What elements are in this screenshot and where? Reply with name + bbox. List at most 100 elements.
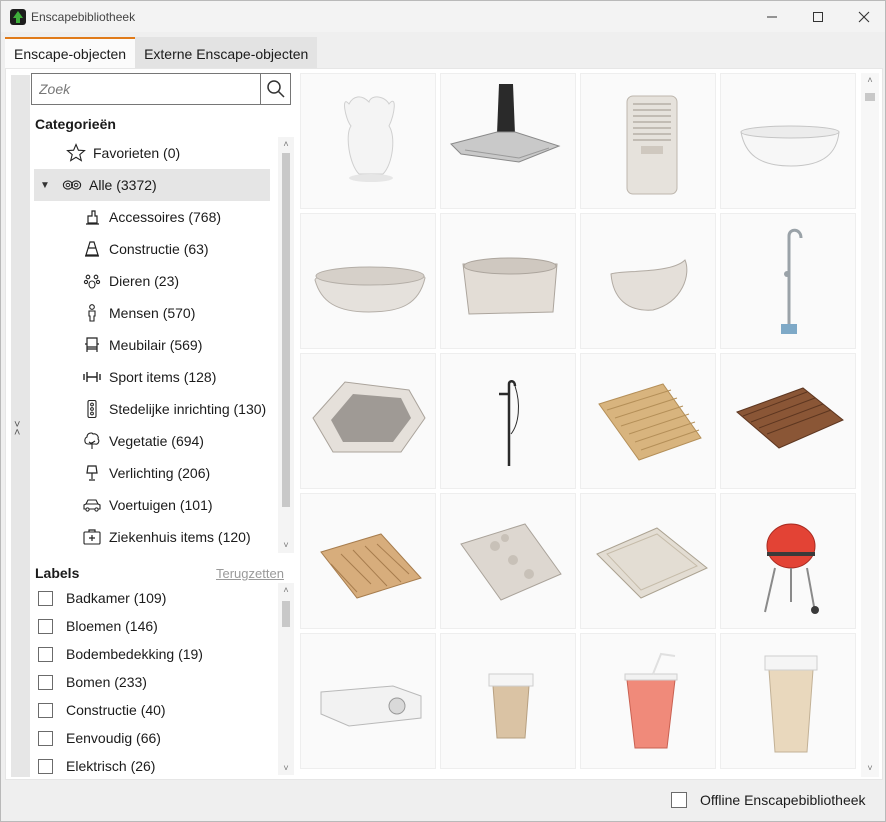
category-label: Sport items (128) <box>109 369 217 385</box>
asset-thumbnail[interactable] <box>440 213 576 349</box>
tab-bar: Enscape-objecten Externe Enscape-objecte… <box>5 37 318 68</box>
asset-thumbnail[interactable] <box>440 73 576 209</box>
expand-arrow-icon[interactable]: ▼ <box>40 180 52 191</box>
label-filter-item[interactable]: Elektrisch (26) <box>38 752 155 780</box>
label-filter-item[interactable]: Bloemen (146) <box>38 612 158 640</box>
category-label: Favorieten (0) <box>93 145 181 161</box>
category-item[interactable]: Ziekenhuis items (120) <box>34 521 270 553</box>
scrollbar-thumb[interactable] <box>282 153 290 507</box>
asset-thumbnail[interactable] <box>580 73 716 209</box>
asset-thumbnail[interactable] <box>300 213 436 349</box>
category-item[interactable]: Stedelijke inrichting (130) <box>34 393 270 425</box>
asset-thumbnail[interactable] <box>720 213 856 349</box>
asset-thumbnail[interactable] <box>580 213 716 349</box>
collapse-panel-toggle[interactable]: ˅ ˄ <box>11 75 30 777</box>
left-panel: Categorieën Favorieten (0) ▼ Alle (3372)… <box>30 69 296 779</box>
category-item[interactable]: Voertuigen (101) <box>34 489 270 521</box>
asset-thumbnail[interactable] <box>720 353 856 489</box>
reset-labels-link[interactable]: Terugzetten <box>216 566 284 581</box>
scroll-up-icon[interactable]: ˄ <box>861 73 879 87</box>
offline-option[interactable]: Offline Enscapebibliotheek <box>671 792 866 808</box>
asset-thumbnail[interactable] <box>440 493 576 629</box>
asset-thumbnail[interactable] <box>580 353 716 489</box>
asset-thumbnail[interactable] <box>300 493 436 629</box>
asset-thumbnail[interactable] <box>300 353 436 489</box>
category-scrollbar[interactable]: ˄ ˅ <box>278 137 294 553</box>
scroll-up-icon[interactable]: ˄ <box>278 583 294 597</box>
floor-faucet-icon <box>781 228 803 334</box>
bath-mat-wooden-light-icon <box>598 383 702 461</box>
air-cooler-icon <box>626 95 678 195</box>
medical-kit-icon <box>82 527 102 547</box>
label-checkbox[interactable] <box>38 730 53 746</box>
search-input[interactable] <box>32 74 260 104</box>
label-text: Constructie (40) <box>66 702 166 718</box>
scrollbar-thumb[interactable] <box>282 601 290 627</box>
label-text: Bomen (233) <box>66 674 147 690</box>
maximize-button[interactable] <box>795 1 841 32</box>
asset-thumbnail[interactable] <box>720 493 856 629</box>
scrollbar-thumb[interactable] <box>865 93 875 101</box>
accessories-icon <box>82 207 102 227</box>
category-item[interactable]: Accessoires (768) <box>34 201 270 233</box>
asset-thumbnail[interactable] <box>720 633 856 769</box>
close-button[interactable] <box>841 1 886 32</box>
car-icon <box>82 495 102 515</box>
label-filter-item[interactable]: Bomen (233) <box>38 668 147 696</box>
label-text: Bodembedekking (19) <box>66 646 203 662</box>
label-text: Badkamer (109) <box>66 590 167 606</box>
asset-thumbnail[interactable] <box>720 73 856 209</box>
offline-label: Offline Enscapebibliotheek <box>700 792 866 808</box>
scroll-up-icon[interactable]: ˄ <box>278 137 294 151</box>
bathtub-white-icon <box>740 125 840 167</box>
search-button[interactable] <box>260 74 291 104</box>
maximize-icon <box>813 11 823 22</box>
label-checkbox[interactable] <box>38 618 53 634</box>
traffic-light-icon <box>82 399 102 419</box>
label-checkbox[interactable] <box>38 758 53 774</box>
tab-enscape-objects[interactable]: Enscape-objecten <box>5 37 136 68</box>
category-item[interactable]: Meubilair (569) <box>34 329 270 361</box>
category-item[interactable]: Constructie (63) <box>34 233 270 265</box>
asset-thumbnail[interactable] <box>300 633 436 769</box>
label-checkbox[interactable] <box>38 702 53 718</box>
category-all[interactable]: ▼ Alle (3372) <box>34 169 270 201</box>
labels-scrollbar[interactable]: ˄ ˅ <box>278 583 294 775</box>
category-label: Constructie (63) <box>109 241 209 257</box>
bathtub-slipper-icon <box>610 259 688 311</box>
label-filter-item[interactable]: Eenvoudig (66) <box>38 724 161 752</box>
label-filter-item[interactable]: Constructie (40) <box>38 696 166 724</box>
category-item[interactable]: Vegetatie (694) <box>34 425 270 457</box>
asset-thumbnail[interactable] <box>440 353 576 489</box>
label-checkbox[interactable] <box>38 646 53 662</box>
category-item[interactable]: Verlichting (206) <box>34 457 270 489</box>
asset-thumbnail[interactable] <box>300 73 436 209</box>
offline-checkbox[interactable] <box>671 792 687 808</box>
close-icon <box>858 11 870 22</box>
library-window: Enscapebibliotheek Enscape-objecten Exte… <box>0 0 886 822</box>
category-item[interactable]: Sport items (128) <box>34 361 270 393</box>
label-checkbox[interactable] <box>38 590 53 606</box>
scroll-down-icon[interactable]: ˅ <box>861 761 879 775</box>
asset-thumbnail[interactable] <box>440 633 576 769</box>
labels-heading: Labels <box>35 565 80 581</box>
category-item[interactable]: Dieren (23) <box>34 265 270 297</box>
label-filter-item[interactable]: Badkamer (109) <box>38 584 166 612</box>
asset-thumbnail[interactable] <box>580 493 716 629</box>
label-filter-item[interactable]: Bodembedekking (19) <box>38 640 203 668</box>
label-checkbox[interactable] <box>38 674 53 690</box>
category-item[interactable]: Mensen (570) <box>34 297 270 329</box>
asset-thumbnail[interactable] <box>580 633 716 769</box>
bath-mat-pattern-icon <box>320 533 422 599</box>
category-label: Mensen (570) <box>109 305 196 321</box>
category-label: Dieren (23) <box>109 273 180 289</box>
scroll-down-icon[interactable]: ˅ <box>278 538 294 552</box>
asset-grid-scrollbar[interactable]: ˄ ˅ <box>861 73 879 777</box>
category-favorites[interactable]: Favorieten (0) <box>34 137 270 169</box>
minimize-button[interactable] <box>749 1 795 32</box>
coffee-cup-icon <box>488 673 534 739</box>
star-icon <box>66 143 86 163</box>
kettle-grill-icon <box>764 523 819 614</box>
scroll-down-icon[interactable]: ˅ <box>278 761 294 775</box>
tab-external-enscape-objects[interactable]: Externe Enscape-objecten <box>135 37 318 68</box>
